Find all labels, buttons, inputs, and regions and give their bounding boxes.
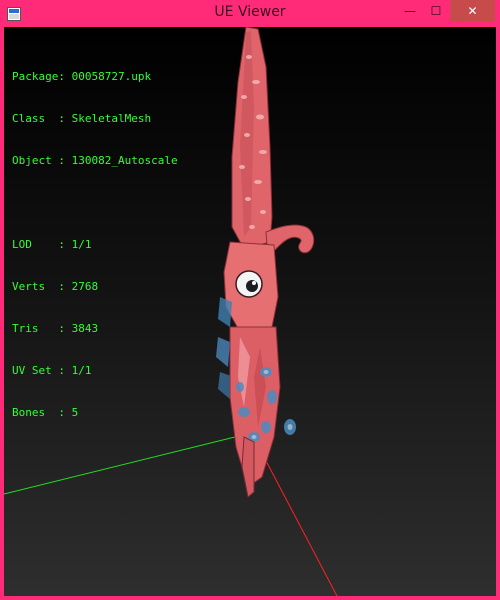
uvset-value: 1/1 [71,364,92,377]
minimize-button[interactable]: — [397,0,423,22]
info-row-lod: LOD : 1/1 [12,238,92,251]
verts-value: 2768 [71,280,99,293]
class-value: SkeletalMesh [71,112,152,125]
mesh-info-panel: Package: 00058727.upk Class : SkeletalMe… [12,42,178,448]
info-row-uvset: UV Set : 1/1 [12,364,92,377]
3d-viewport[interactable]: Package: 00058727.upk Class : SkeletalMe… [4,27,496,596]
package-value: 00058727.upk [71,70,152,83]
squid-model [216,27,315,498]
info-row-class: Class : SkeletalMesh [12,112,152,125]
info-row-object: Object : 130082_Autoscale [12,154,178,167]
bones-value: 5 [71,406,79,419]
lod-value: 1/1 [71,238,92,251]
info-row-package: Package: 00058727.upk [12,70,152,83]
minimize-icon: — [404,4,416,18]
title-bar[interactable]: UE Viewer — ☐ ✕ [0,0,500,27]
maximize-button[interactable]: ☐ [423,0,449,22]
app-window: UE Viewer — ☐ ✕ Package: 00058727.upk Cl… [0,0,500,600]
info-row-bones: Bones : 5 [12,406,79,419]
close-button[interactable]: ✕ [450,0,495,22]
maximize-icon: ☐ [430,4,442,18]
close-icon: ✕ [467,4,478,18]
object-value: 130082_Autoscale [71,154,178,167]
info-row-verts: Verts : 2768 [12,280,99,293]
info-row-tris: Tris : 3843 [12,322,99,335]
tris-value: 3843 [71,322,99,335]
